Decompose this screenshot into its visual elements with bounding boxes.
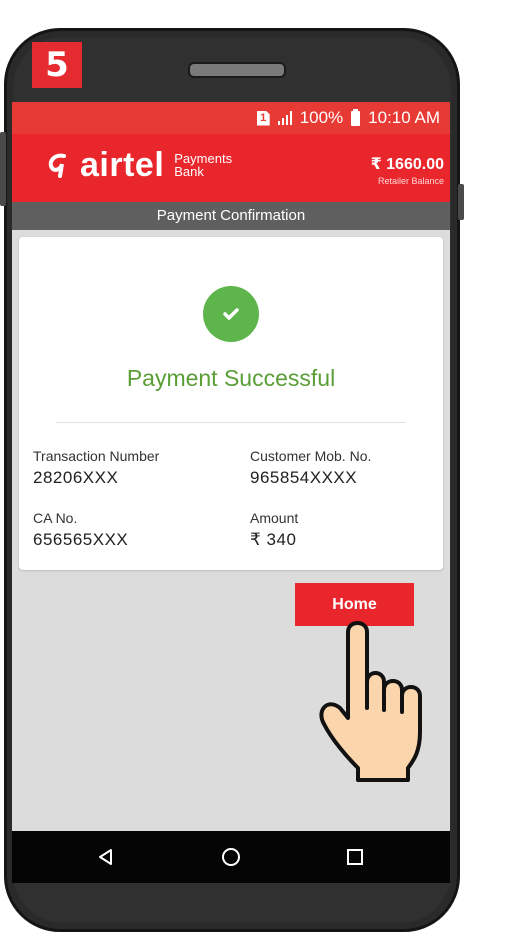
brand-name: airtel bbox=[80, 146, 165, 184]
transaction-number-value: 28206XXX bbox=[33, 468, 119, 487]
sim-icon: 1 bbox=[256, 110, 270, 126]
phone-screen: 1 100% 10:10 AM airtel Payments Bank ₹ 1… bbox=[12, 102, 450, 883]
amount-field: Amount ₹ 340 bbox=[250, 510, 298, 550]
phone-side-button-left bbox=[0, 132, 6, 206]
amount-value: ₹ 340 bbox=[250, 530, 297, 549]
page-title: Payment Confirmation bbox=[12, 202, 450, 230]
recents-button[interactable] bbox=[342, 844, 368, 870]
android-nav-bar bbox=[12, 831, 450, 883]
ca-number-label: CA No. bbox=[33, 510, 78, 526]
brand-subtitle: Payments Bank bbox=[174, 152, 232, 178]
pointing-hand-icon bbox=[319, 621, 422, 782]
phone-side-button-right bbox=[458, 184, 464, 220]
payment-status-title: Payment Successful bbox=[126, 365, 336, 391]
customer-mobile-field: Customer Mob. No. 965854XXXX bbox=[250, 448, 371, 488]
brand-sub-line2: Bank bbox=[174, 164, 204, 179]
divider bbox=[56, 422, 406, 423]
nav-home-button[interactable] bbox=[218, 844, 244, 870]
balance-amount: ₹ 1660.00 bbox=[370, 156, 444, 173]
back-icon bbox=[99, 849, 112, 865]
battery-percent: 100% bbox=[299, 108, 344, 127]
confirmation-card: Payment Successful Transaction Number 28… bbox=[19, 237, 443, 570]
retailer-balance: ₹ 1660.00 Retailer Balance bbox=[371, 154, 444, 186]
home-nav-icon bbox=[222, 848, 240, 866]
status-bar: 1 100% 10:10 AM bbox=[12, 102, 450, 134]
customer-mobile-label: Customer Mob. No. bbox=[250, 448, 372, 464]
battery-icon bbox=[351, 108, 361, 126]
airtel-logo-icon bbox=[48, 153, 66, 178]
app-header: airtel Payments Bank ₹ 1660.00 Retailer … bbox=[12, 134, 450, 202]
check-icon bbox=[223, 308, 239, 320]
balance-label: Retailer Balance bbox=[377, 176, 444, 186]
transaction-number-label: Transaction Number bbox=[33, 448, 160, 464]
success-badge bbox=[203, 286, 259, 342]
step-badge: 5 bbox=[32, 42, 82, 88]
status-time: 10:10 AM bbox=[368, 108, 440, 127]
back-button[interactable] bbox=[93, 844, 119, 870]
ca-number-value: 656565XXX bbox=[33, 530, 129, 549]
amount-label: Amount bbox=[250, 510, 299, 526]
recents-icon bbox=[347, 849, 363, 865]
phone-speaker bbox=[188, 62, 286, 78]
transaction-number-field: Transaction Number 28206XXX bbox=[33, 448, 159, 488]
airtel-logo: airtel Payments Bank bbox=[44, 148, 232, 182]
ca-number-field: CA No. 656565XXX bbox=[33, 510, 128, 550]
customer-mobile-value: 965854XXXX bbox=[250, 468, 358, 487]
signal-icon bbox=[277, 111, 292, 125]
